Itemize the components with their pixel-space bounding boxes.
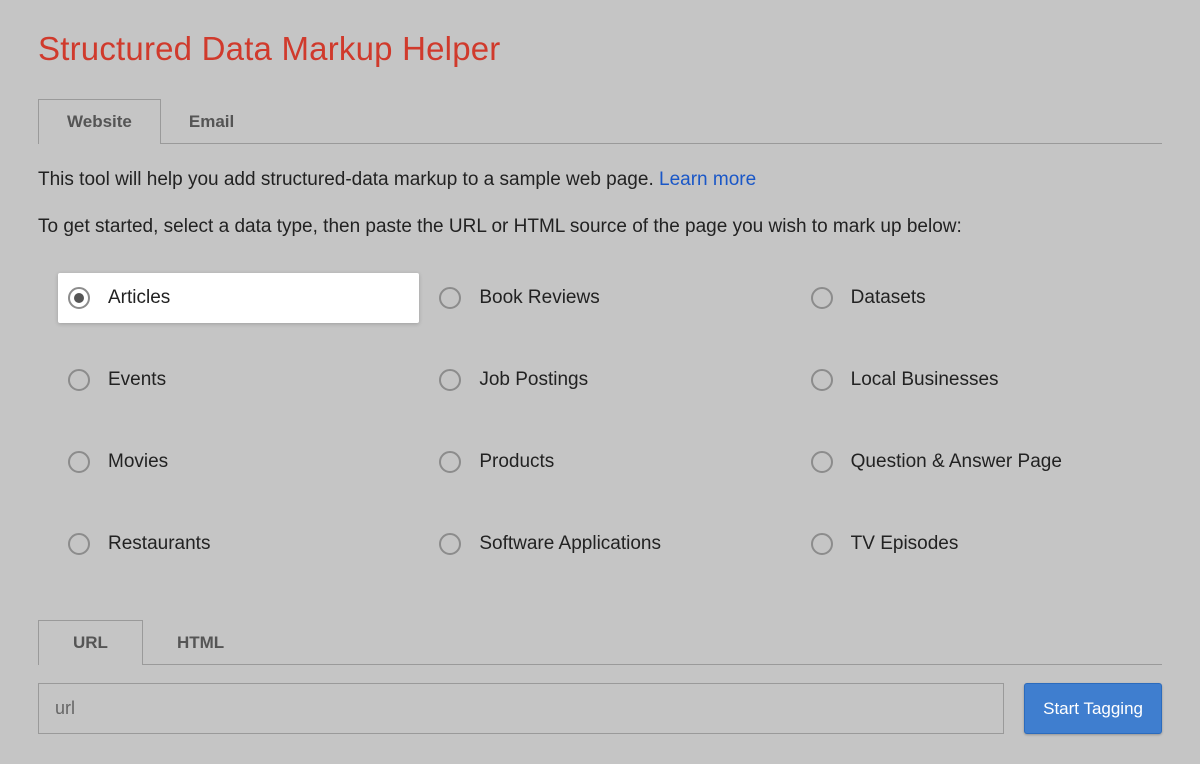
radio-icon [68,533,90,555]
option-software-applications[interactable]: Software Applications [429,519,790,569]
mode-tabs: Website Email [38,98,1162,144]
option-label: Question & Answer Page [851,451,1062,473]
option-question-answer[interactable]: Question & Answer Page [801,437,1162,487]
option-local-businesses[interactable]: Local Businesses [801,355,1162,405]
option-events[interactable]: Events [58,355,419,405]
option-datasets[interactable]: Datasets [801,273,1162,323]
radio-icon [439,287,461,309]
option-book-reviews[interactable]: Book Reviews [429,273,790,323]
tab-url[interactable]: URL [38,620,143,665]
radio-icon [811,369,833,391]
option-label: Book Reviews [479,287,599,309]
radio-icon [68,287,90,309]
option-label: Articles [108,287,170,309]
radio-icon [811,287,833,309]
data-type-options: Articles Book Reviews Datasets Events Jo… [38,273,1162,569]
option-label: TV Episodes [851,533,959,555]
radio-icon [439,533,461,555]
radio-icon [68,451,90,473]
tab-website[interactable]: Website [38,99,161,144]
input-mode-tabs: URL HTML [38,619,1162,665]
instruction-text: To get started, select a data type, then… [38,213,1162,242]
intro-text-content: This tool will help you add structured-d… [38,169,659,190]
tab-email[interactable]: Email [161,100,262,144]
option-articles[interactable]: Articles [58,273,419,323]
radio-icon [68,369,90,391]
radio-icon [811,533,833,555]
option-products[interactable]: Products [429,437,790,487]
radio-icon [811,451,833,473]
option-label: Datasets [851,287,926,309]
radio-icon [439,369,461,391]
option-label: Job Postings [479,369,588,391]
page-title: Structured Data Markup Helper [38,30,1162,68]
option-label: Events [108,369,166,391]
start-tagging-button[interactable]: Start Tagging [1024,683,1162,734]
tab-html[interactable]: HTML [143,621,258,665]
url-input[interactable] [38,683,1004,734]
option-tv-episodes[interactable]: TV Episodes [801,519,1162,569]
option-label: Restaurants [108,533,210,555]
option-job-postings[interactable]: Job Postings [429,355,790,405]
option-label: Movies [108,451,168,473]
option-movies[interactable]: Movies [58,437,419,487]
option-label: Software Applications [479,533,661,555]
radio-icon [439,451,461,473]
option-label: Local Businesses [851,369,999,391]
option-label: Products [479,451,554,473]
input-row: Start Tagging [38,683,1162,734]
intro-text: This tool will help you add structured-d… [38,166,1162,195]
learn-more-link[interactable]: Learn more [659,169,756,190]
option-restaurants[interactable]: Restaurants [58,519,419,569]
